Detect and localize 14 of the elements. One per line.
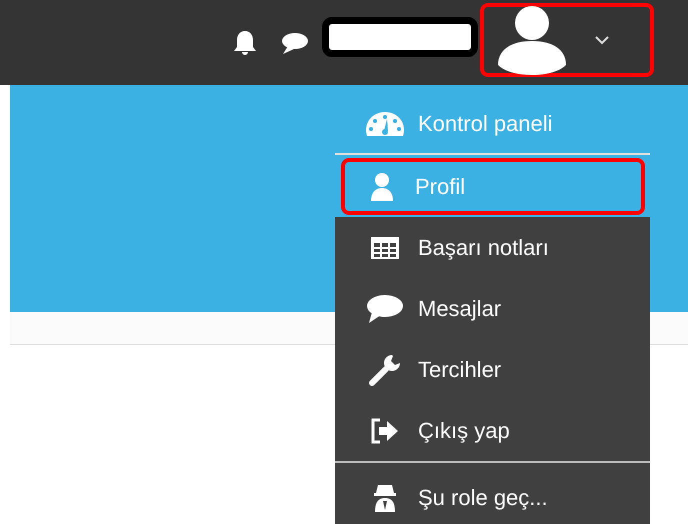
speech-bubble-icon (366, 294, 404, 324)
avatar-icon[interactable] (496, 4, 568, 74)
menu-item[interactable]: Çıkış yap (335, 400, 650, 461)
exit-arrow-icon (370, 418, 400, 444)
menu-item[interactable]: Şu role geç... (335, 467, 650, 524)
table-icon (370, 236, 400, 260)
menu-item[interactable]: Başarı notları (335, 217, 650, 278)
spy-icon (373, 482, 397, 512)
menu-item[interactable]: Mesajlar (335, 278, 650, 339)
gauge-icon (364, 111, 406, 137)
menu-item[interactable]: Tercihler (335, 339, 650, 400)
user-icon (369, 172, 395, 202)
chevron-icon[interactable] (594, 34, 610, 44)
wrench-icon (368, 352, 402, 386)
